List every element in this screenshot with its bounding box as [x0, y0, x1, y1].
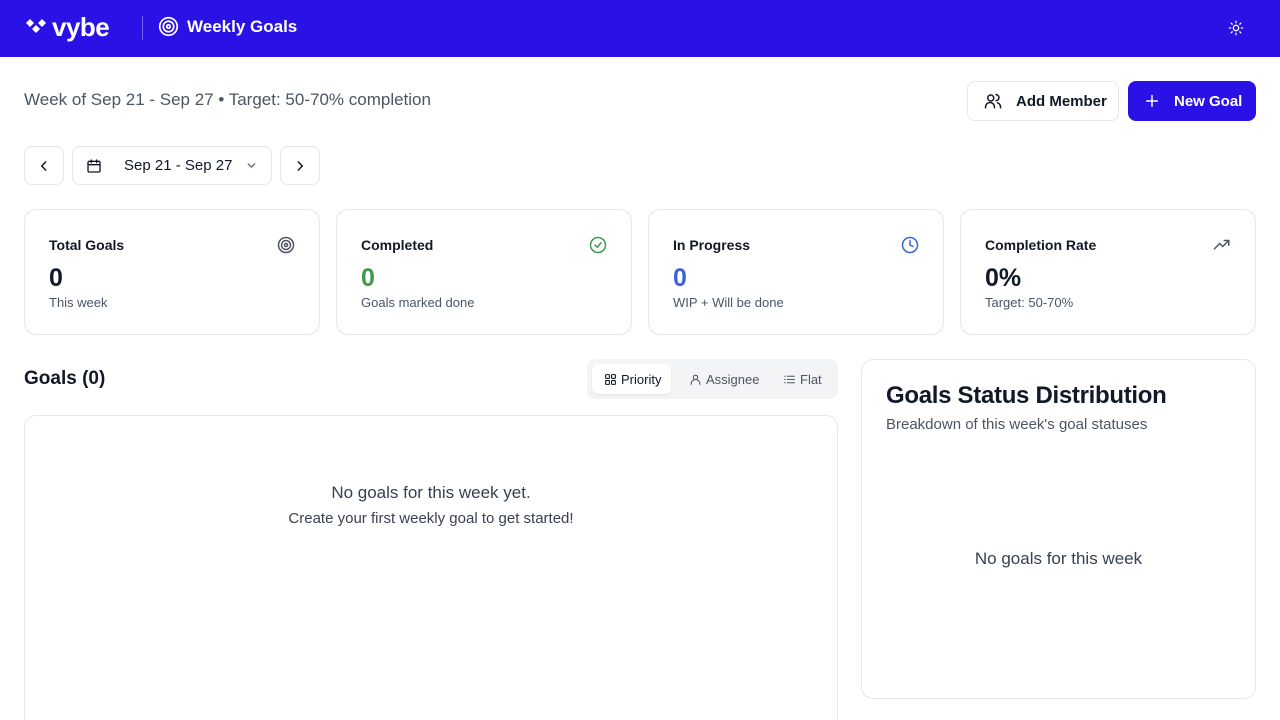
stat-value: 0%: [985, 264, 1022, 292]
users-icon: [984, 93, 1002, 109]
stat-value: 0: [49, 264, 63, 292]
week-date-picker[interactable]: Sep 21 - Sep 27: [72, 146, 272, 185]
add-member-button[interactable]: Add Member: [967, 81, 1119, 121]
stat-title: Completed: [361, 237, 434, 253]
top-bar: vybe Weekly Goals: [0, 0, 1280, 57]
goals-empty-title: No goals for this week yet.: [331, 483, 531, 502]
sun-icon: [1228, 20, 1244, 36]
user-icon: [690, 374, 701, 385]
view-priority-label: Priority: [621, 371, 662, 387]
stat-card-total-goals: Total Goals 0 This week: [24, 209, 320, 335]
view-mode-toggle: Priority Assignee Flat: [587, 359, 838, 399]
check-circle-icon: [589, 236, 607, 254]
stat-card-completed: Completed 0 Goals marked done: [336, 209, 632, 335]
list-icon: [784, 375, 795, 383]
stat-card-completion-rate: Completion Rate 0% Target: 50-70%: [960, 209, 1256, 335]
stat-value: 0: [361, 264, 375, 292]
stat-title: In Progress: [673, 237, 751, 253]
stat-card-in-progress: In Progress 0 WIP + Will be done: [648, 209, 944, 335]
goals-heading: Goals (0): [24, 368, 106, 389]
stat-subtext: Target: 50-70%: [985, 295, 1074, 310]
distribution-title: Goals Status Distribution: [886, 382, 1167, 409]
app-logo[interactable]: vybe: [24, 12, 110, 42]
logo-text: vybe: [52, 12, 110, 42]
page-title-text: Weekly Goals: [187, 16, 298, 36]
chevron-right-icon: [297, 160, 304, 171]
stat-title: Total Goals: [49, 237, 125, 253]
stat-subtext: This week: [49, 295, 108, 310]
grid-icon: [605, 373, 616, 385]
distribution-empty-message: No goals for this week: [974, 549, 1143, 568]
calendar-icon: [87, 158, 101, 173]
date-range-label: Sep 21 - Sep 27: [124, 157, 233, 174]
target-icon: [277, 236, 295, 254]
page-title: Weekly Goals: [158, 16, 297, 37]
chevron-down-icon: [247, 163, 256, 168]
view-priority-button[interactable]: Priority: [592, 364, 672, 394]
theme-toggle-button[interactable]: [1224, 16, 1248, 40]
plus-icon: [1145, 94, 1159, 108]
view-flat-button[interactable]: Flat: [771, 364, 832, 394]
next-week-button[interactable]: [280, 146, 320, 185]
view-assignee-button[interactable]: Assignee: [677, 364, 769, 394]
trending-up-icon: [1213, 239, 1230, 250]
stat-title: Completion Rate: [985, 237, 1097, 253]
goals-empty-subtitle: Create your first weekly goal to get sta…: [288, 510, 574, 527]
stat-subtext: WIP + Will be done: [673, 295, 784, 310]
view-flat-label: Flat: [800, 371, 822, 387]
new-goal-label: New Goal: [1174, 92, 1243, 110]
goals-list-panel: No goals for this week yet. Create your …: [24, 415, 838, 720]
clock-icon: [901, 236, 919, 254]
view-assignee-label: Assignee: [706, 371, 760, 387]
add-member-label: Add Member: [1016, 92, 1107, 110]
chevron-left-icon: [40, 160, 47, 171]
distribution-subtitle: Breakdown of this week's goal statuses: [886, 416, 1148, 433]
vybe-logo-icon: [26, 19, 46, 33]
new-goal-button[interactable]: New Goal: [1128, 81, 1256, 121]
topbar-divider: [142, 16, 143, 40]
previous-week-button[interactable]: [24, 146, 64, 185]
status-distribution-card: Goals Status Distribution Breakdown of t…: [861, 359, 1256, 699]
stat-subtext: Goals marked done: [361, 295, 475, 310]
target-icon: [158, 16, 179, 37]
week-subtitle: Week of Sep 21 - Sep 27 • Target: 50-70%…: [24, 90, 431, 109]
stat-value: 0: [673, 264, 687, 292]
